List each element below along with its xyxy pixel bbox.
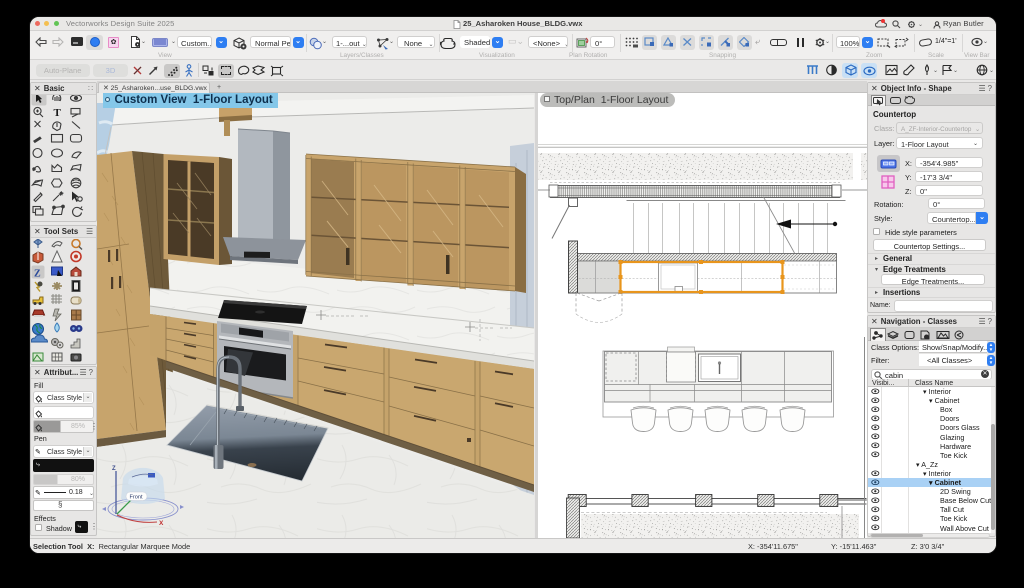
svg-text:Front: Front [130,495,144,501]
svg-text:Z: Z [112,466,116,472]
svg-text:Z: Z [34,269,41,280]
svg-text:X: X [159,520,164,527]
svg-text:T: T [54,107,62,119]
